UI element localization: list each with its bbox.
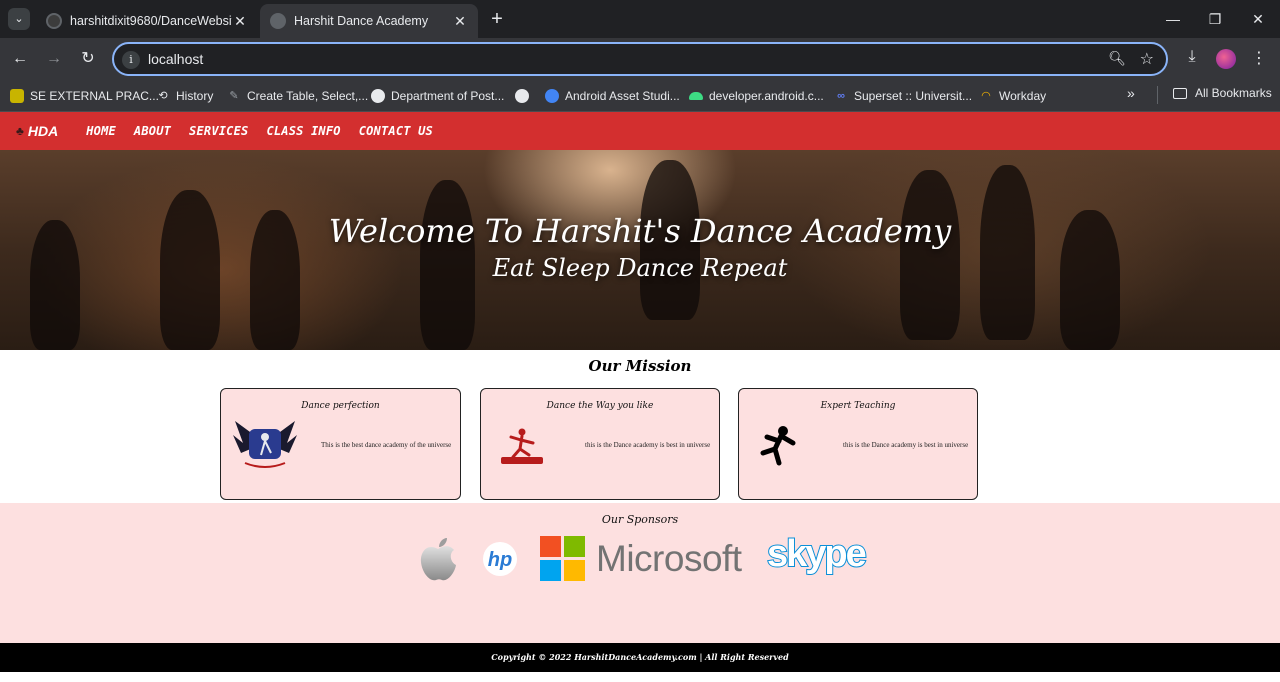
mission-card-expert-teaching: Expert Teaching this is the Dance academ… bbox=[738, 388, 978, 500]
tab-title: harshitdixit9680/DanceWebsite bbox=[70, 14, 232, 28]
mission-card-dance-perfection: Dance perfection This is the best dance … bbox=[220, 388, 461, 500]
nav-services[interactable]: SERVICES bbox=[189, 124, 248, 138]
hp-logo-text: hp bbox=[488, 549, 512, 571]
tab-github[interactable]: harshitdixit9680/DanceWebsite ✕ bbox=[36, 4, 258, 38]
red-dancer-logo-icon bbox=[501, 428, 543, 464]
bookmarks-bar: SE EXTERNAL PRAC... ⟲ History ✎ Create T… bbox=[0, 80, 1280, 112]
microsoft-logo: Microsoft bbox=[596, 538, 742, 579]
close-icon[interactable]: ✕ bbox=[232, 13, 248, 29]
brand-text: HDA bbox=[27, 123, 59, 139]
bookmark-item[interactable]: ✎ Create Table, Select,... bbox=[227, 86, 368, 106]
site-info-icon[interactable]: i bbox=[122, 51, 140, 69]
menu-kebab-icon[interactable]: ⋮ bbox=[1250, 48, 1268, 68]
nav-class-info[interactable]: CLASS INFO bbox=[266, 124, 340, 138]
github-icon bbox=[46, 13, 62, 29]
hero-subtitle: Eat Sleep Dance Repeat bbox=[492, 254, 788, 282]
bookmark-item[interactable]: ⟲ History bbox=[156, 86, 213, 106]
dancer-silhouette bbox=[980, 165, 1035, 340]
bookmark-label: SE EXTERNAL PRAC... bbox=[30, 89, 159, 103]
bookmark-label: Android Asset Studi... bbox=[565, 89, 680, 103]
bookmark-label: Create Table, Select,... bbox=[247, 89, 369, 103]
all-bookmarks-label: All Bookmarks bbox=[1195, 86, 1272, 100]
sponsors-heading: Our Sponsors bbox=[601, 513, 679, 526]
card-title: Dance the Way you like bbox=[546, 401, 654, 411]
sponsors-section: Our Sponsors hp Microsoft skype bbox=[0, 503, 1280, 643]
breakdancer-silhouette-icon bbox=[760, 426, 796, 466]
superset-icon: ∞ bbox=[837, 90, 845, 102]
close-icon[interactable]: ✕ bbox=[452, 13, 468, 29]
card-text: This is the best dance academy of the un… bbox=[321, 441, 452, 449]
tab-search-icon[interactable]: ⌄ bbox=[8, 8, 30, 30]
folder-icon bbox=[1173, 87, 1187, 99]
skype-logo: skype bbox=[766, 532, 868, 576]
url-text[interactable]: localhost bbox=[148, 51, 203, 67]
bookmark-label: History bbox=[176, 89, 214, 103]
globe-icon bbox=[371, 89, 385, 103]
page-bottom-strip bbox=[0, 672, 1280, 682]
minimize-icon[interactable]: — bbox=[1158, 8, 1188, 30]
nav-contact-us[interactable]: CONTACT US bbox=[359, 124, 433, 138]
all-bookmarks-button[interactable]: All Bookmarks bbox=[1173, 86, 1272, 100]
tab-strip: ⌄ harshitdixit9680/DanceWebsite ✕ Harshi… bbox=[0, 0, 1280, 38]
copyright-text: Copyright © 2022 HarshitDanceAcademy.com… bbox=[491, 652, 789, 662]
pen-icon: ✎ bbox=[229, 90, 239, 102]
card-text: this is the Dance academy is best in uni… bbox=[585, 441, 711, 449]
mission-heading: Our Mission bbox=[588, 357, 692, 375]
bookmarks-divider bbox=[1157, 86, 1158, 104]
card-title: Expert Teaching bbox=[820, 401, 896, 411]
bookmark-item[interactable]: Department of Post... bbox=[371, 86, 504, 106]
back-arrow-icon[interactable]: ← bbox=[9, 48, 31, 70]
workday-icon: ◠ bbox=[981, 90, 991, 102]
bookmark-item[interactable] bbox=[515, 86, 535, 106]
microsoft-logo-icon bbox=[540, 536, 585, 581]
brand-link[interactable]: ♣ HDA bbox=[16, 123, 58, 139]
tab-dance-academy[interactable]: Harshit Dance Academy ✕ bbox=[260, 4, 478, 38]
bookmark-item[interactable]: ◠ Workday bbox=[979, 86, 1046, 106]
bookmark-label: developer.android.c... bbox=[709, 89, 824, 103]
globe-icon bbox=[270, 13, 286, 29]
tab-title: Harshit Dance Academy bbox=[294, 14, 429, 28]
reload-icon[interactable]: ↻ bbox=[77, 48, 99, 70]
browser-toolbar: ← → ↻ i localhost 🔍︎ ☆ bbox=[0, 38, 1280, 80]
android-icon bbox=[689, 92, 703, 100]
site-footer: Copyright © 2022 HarshitDanceAcademy.com… bbox=[0, 643, 1280, 672]
dancer-logo-icon: ♣ bbox=[16, 124, 24, 138]
mission-card-dance-your-way: Dance the Way you like this is the Dance… bbox=[480, 388, 720, 500]
bookmark-item[interactable]: Android Asset Studi... bbox=[545, 86, 680, 106]
bookmark-label: Superset :: Universit... bbox=[854, 89, 973, 103]
site-navbar: ♣ HDA HOME ABOUT SERVICES CLASS INFO CON… bbox=[0, 112, 1280, 150]
window-close-icon[interactable]: ✕ bbox=[1243, 8, 1273, 30]
bookmark-item[interactable]: developer.android.c... bbox=[689, 86, 824, 106]
winged-dancer-logo-icon bbox=[233, 421, 297, 468]
android-studio-icon bbox=[545, 89, 559, 103]
zoom-icon[interactable]: 🔍︎ bbox=[1108, 50, 1126, 67]
card-title: Dance perfection bbox=[301, 401, 380, 411]
history-icon: ⟲ bbox=[158, 90, 168, 102]
hero-banner: Welcome To Harshit's Dance Academy Eat S… bbox=[0, 150, 1280, 350]
forward-arrow-icon[interactable]: → bbox=[43, 48, 65, 70]
bookmark-label: Department of Post... bbox=[391, 89, 505, 103]
bookmarks-overflow-button[interactable]: » bbox=[1127, 85, 1135, 101]
bookmark-label: Workday bbox=[999, 89, 1047, 103]
bookmark-item[interactable]: SE EXTERNAL PRAC... bbox=[10, 86, 159, 106]
download-icon[interactable]: ⤓ bbox=[1182, 48, 1202, 66]
hp-logo: hp bbox=[483, 542, 517, 576]
hero-title: Welcome To Harshit's Dance Academy bbox=[328, 212, 952, 250]
nav-about[interactable]: ABOUT bbox=[134, 124, 171, 138]
globe-icon bbox=[515, 89, 529, 103]
bookmark-star-icon[interactable]: ☆ bbox=[1140, 49, 1154, 69]
address-bar[interactable]: i localhost 🔍︎ ☆ bbox=[112, 42, 1168, 76]
card-text: this is the Dance academy is best in uni… bbox=[843, 441, 969, 449]
restore-icon[interactable]: ❐ bbox=[1200, 8, 1230, 30]
image-bookmark-icon bbox=[10, 89, 24, 103]
bookmark-item[interactable]: ∞ Superset :: Universit... bbox=[834, 86, 972, 106]
nav-home[interactable]: HOME bbox=[86, 124, 116, 138]
new-tab-button[interactable]: + bbox=[486, 9, 508, 31]
apple-logo bbox=[420, 538, 456, 581]
profile-avatar[interactable] bbox=[1216, 49, 1236, 69]
